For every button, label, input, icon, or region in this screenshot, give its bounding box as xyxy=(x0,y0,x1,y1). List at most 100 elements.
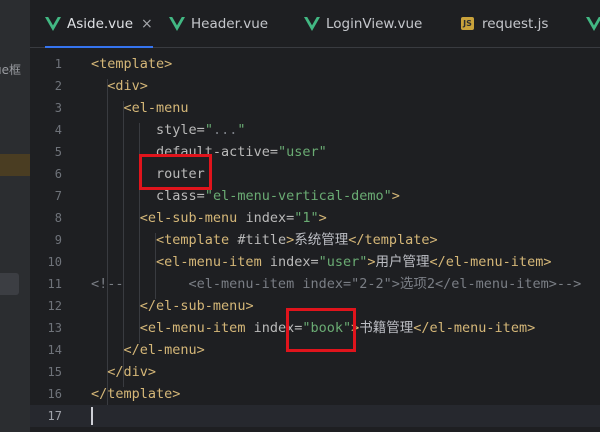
line-number: 11 xyxy=(47,277,62,291)
code-line[interactable]: 5 default-active="user" xyxy=(30,141,600,163)
code-text[interactable]: </template> xyxy=(91,383,180,405)
sidebar-highlight-row[interactable] xyxy=(0,154,30,176)
code-token: <el-sub-menu xyxy=(139,210,246,226)
code-token: index= xyxy=(269,254,319,270)
code-text[interactable]: </div> xyxy=(91,361,156,383)
code-token: ... xyxy=(212,122,238,138)
line-number: 14 xyxy=(47,343,62,357)
code-text[interactable]: <el-menu xyxy=(91,97,189,119)
code-text[interactable]: <template> xyxy=(91,53,172,75)
tab-label: Aside.vue xyxy=(67,15,134,32)
close-icon[interactable]: × xyxy=(141,16,153,32)
code-line[interactable]: 10 <el-menu-item index="user">用户管理</el-m… xyxy=(30,251,600,273)
vue-icon xyxy=(586,16,600,31)
code-token: </el-menu> xyxy=(123,342,205,358)
tab-aside-vue[interactable]: Aside.vue × xyxy=(45,0,153,48)
code-token: " xyxy=(237,122,246,138)
line-number: 9 xyxy=(54,233,62,247)
code-line[interactable]: 11 <!-- <el-menu-item index="2-2">选项2</el… xyxy=(30,273,600,295)
code-token: <!-- <el-menu-item index="2-2">选项2</el-m… xyxy=(91,276,582,292)
line-number: 6 xyxy=(54,167,62,181)
code-token: > xyxy=(318,210,327,226)
code-line[interactable]: 2 <div> xyxy=(30,75,600,97)
annotation-box-book xyxy=(286,308,356,352)
code-token: </el-menu-item> xyxy=(429,254,552,270)
code-token: " xyxy=(204,122,213,138)
code-token: class= xyxy=(156,188,205,204)
code-token: <template> xyxy=(91,56,173,72)
code-text[interactable]: <el-sub-menu index="1"> xyxy=(91,207,327,229)
line-number: 4 xyxy=(54,123,62,137)
tab-overflow[interactable] xyxy=(586,0,600,47)
line-number: 12 xyxy=(47,299,62,313)
code-token: </div> xyxy=(107,364,157,380)
code-token: "user" xyxy=(277,144,327,160)
code-token: > xyxy=(286,232,295,248)
js-icon: JS xyxy=(461,17,474,30)
code-text[interactable]: </el-sub-menu> xyxy=(91,295,254,317)
line-number: 17 xyxy=(47,409,62,423)
code-token: </template> xyxy=(348,232,438,248)
code-token: <div> xyxy=(107,78,148,94)
vue-icon xyxy=(45,16,61,31)
code-text[interactable]: <el-menu-item index="user">用户管理</el-menu… xyxy=(91,251,551,273)
code-text[interactable]: style="..." xyxy=(91,119,245,141)
code-token: </template> xyxy=(91,386,181,402)
code-line[interactable]: 17 xyxy=(30,405,600,427)
code-line[interactable]: 7 class="el-menu-vertical-demo"> xyxy=(30,185,600,207)
code-line[interactable]: 1 <template> xyxy=(30,53,600,75)
code-line[interactable]: 3 <el-menu xyxy=(30,97,600,119)
tab-loginview-vue[interactable]: LoginView.vue xyxy=(304,0,422,47)
code-token: 系统管理 xyxy=(294,232,349,248)
code-token: style= xyxy=(156,122,205,138)
code-text[interactable]: <div> xyxy=(91,75,148,97)
code-token: <el-menu xyxy=(123,100,189,116)
code-token: 书籍管理 xyxy=(359,320,414,336)
line-number: 5 xyxy=(54,145,62,159)
code-line[interactable]: 16 </template> xyxy=(30,383,600,405)
code-token: <el-menu-item xyxy=(156,254,270,270)
code-text[interactable]: <!-- <el-menu-item index="2-2">选项2</el-m… xyxy=(91,273,581,295)
tab-label: Header.vue xyxy=(191,15,269,32)
tab-header-vue[interactable]: Header.vue xyxy=(169,0,268,47)
code-text[interactable]: </el-menu> xyxy=(91,339,205,361)
code-token: "1" xyxy=(294,210,319,226)
code-token: <el-menu-item xyxy=(139,320,254,336)
code-line[interactable]: 15 </div> xyxy=(30,361,600,383)
line-number: 10 xyxy=(47,255,62,269)
tab-request-js[interactable]: JS request.js xyxy=(461,0,548,47)
code-line[interactable]: 9 <template #title>系统管理</template> xyxy=(30,229,600,251)
code-token: > xyxy=(391,188,400,204)
text-caret xyxy=(91,407,93,425)
annotation-box-router xyxy=(139,154,212,190)
tab-label: LoginView.vue xyxy=(326,15,423,32)
line-number: 8 xyxy=(54,211,62,225)
code-editor[interactable]: 1 <template> 2 <div> 3 <el-menu 4 style="...… xyxy=(30,48,600,432)
code-token: > xyxy=(367,254,376,270)
code-line[interactable]: 6 router xyxy=(30,163,600,185)
sidebar-selected-row[interactable] xyxy=(0,273,19,295)
code-text[interactable]: <template #title>系统管理</template> xyxy=(91,229,438,251)
line-number: 7 xyxy=(54,189,62,203)
code-text[interactable]: class="el-menu-vertical-demo"> xyxy=(91,185,400,207)
code-token: "el-menu-vertical-demo" xyxy=(204,188,392,204)
code-line[interactable]: 8 <el-sub-menu index="1"> xyxy=(30,207,600,229)
code-token: </el-menu-item> xyxy=(413,320,536,336)
line-number: 13 xyxy=(47,321,62,335)
code-token: <template xyxy=(156,232,238,248)
vue-icon xyxy=(169,16,185,31)
line-number: 3 xyxy=(54,101,62,115)
code-line[interactable]: 4 style="..." xyxy=(30,119,600,141)
code-token: #title xyxy=(237,232,287,248)
code-token: 用户管理 xyxy=(375,254,430,270)
